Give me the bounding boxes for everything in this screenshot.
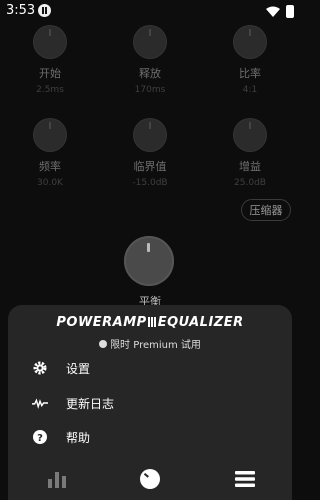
menu-nav-button[interactable] [234, 468, 256, 490]
menu-sheet: POWERAMP EQUALIZER 限时 Premium 试用 设置 更新日志 … [8, 305, 292, 500]
brand-logo: POWERAMP EQUALIZER [8, 315, 292, 330]
knob-dial[interactable] [33, 25, 67, 59]
knob-threshold[interactable]: 临界值 -15.0dB [105, 118, 195, 188]
knob-label: 开始 [39, 67, 61, 80]
trial-label: 限时 Premium 试用 [110, 340, 201, 351]
brand-left: POWERAMP [56, 315, 147, 330]
knob-dial[interactable] [133, 25, 167, 59]
menu-item-label: 更新日志 [66, 396, 115, 411]
balance-knob[interactable] [124, 236, 174, 286]
status-bar: 3:53 [0, 0, 300, 22]
knob-dial[interactable] [133, 118, 167, 152]
wifi-icon [266, 6, 280, 17]
knob-label: 释放 [139, 67, 161, 80]
knob-label: 增益 [239, 160, 261, 173]
knob-ratio[interactable]: 比率 4:1 [205, 25, 295, 95]
menu-item-settings[interactable]: 设置 [8, 351, 292, 385]
menu-item-label: 设置 [66, 361, 91, 376]
hamburger-icon [235, 471, 255, 487]
knob-value: 4:1 [242, 85, 258, 95]
knob-label: 比率 [239, 67, 261, 80]
menu-item-changelog[interactable]: 更新日志 [8, 386, 292, 420]
knob-attack[interactable]: 开始 2.5ms [5, 25, 95, 95]
menu-item-label: 帮助 [66, 430, 91, 445]
brand-right: EQUALIZER [157, 315, 244, 330]
knob-label: 临界值 [133, 160, 167, 173]
compressor-button[interactable]: 压缩器 [241, 199, 291, 221]
app-notification-icon [38, 4, 51, 17]
pulse-icon [32, 395, 48, 411]
knob-value: 2.5ms [36, 85, 64, 95]
knob-value: 30.0K [37, 178, 63, 188]
svg-text:?: ? [37, 433, 43, 444]
knob-frequency[interactable]: 频率 30.0K [5, 118, 95, 188]
bottom-nav [8, 460, 292, 500]
bar-chart-icon [48, 472, 66, 488]
knob-value: 170ms [134, 85, 166, 95]
status-icons [266, 5, 294, 18]
menu-item-help[interactable]: ? 帮助 [8, 420, 292, 454]
battery-icon [286, 5, 294, 18]
help-icon: ? [32, 429, 48, 445]
equalizer-bars-icon [147, 317, 157, 327]
premium-trial-link[interactable]: 限时 Premium 试用 [8, 336, 292, 351]
knob-label: 频率 [39, 160, 61, 173]
badge-icon [99, 340, 108, 348]
knob-dial[interactable] [233, 25, 267, 59]
gear-icon [32, 360, 48, 376]
equalizer-nav-button[interactable] [46, 468, 68, 490]
status-time: 3:53 [6, 3, 36, 18]
knob-gain[interactable]: 增益 25.0dB [205, 118, 295, 188]
knob-nav-button[interactable] [139, 468, 161, 490]
knob-value: -15.0dB [132, 178, 168, 188]
knob-dial[interactable] [233, 118, 267, 152]
knob-value: 25.0dB [234, 178, 266, 188]
knob-release[interactable]: 释放 170ms [105, 25, 195, 95]
knob-dial[interactable] [33, 118, 67, 152]
knob-icon [140, 469, 160, 489]
